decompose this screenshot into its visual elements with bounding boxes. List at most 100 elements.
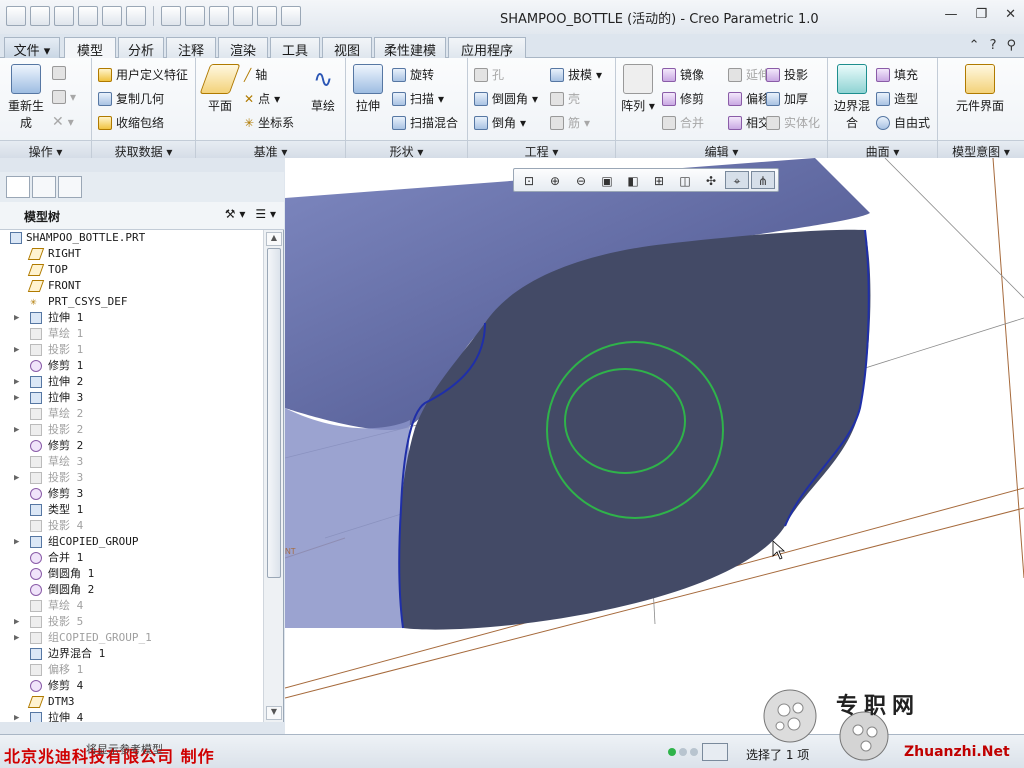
zoom-out-icon[interactable]: ⊖ (569, 171, 593, 189)
spin-center-icon[interactable]: ⌖ (725, 171, 749, 189)
tree-item[interactable]: ▶ 投影 5 (0, 614, 262, 630)
favorites-tab-icon[interactable] (58, 176, 82, 198)
folder-browser-tab-icon[interactable] (32, 176, 56, 198)
udf-button[interactable]: 用户定义特征 (98, 66, 188, 83)
tree-item[interactable]: ▶ 拉伸 3 (0, 390, 262, 406)
tab-flexible-modeling[interactable]: 柔性建模 (374, 37, 446, 59)
search-icon[interactable]: ⚲ (1006, 38, 1016, 53)
expand-arrow-icon[interactable]: ▶ (14, 630, 19, 646)
tab-annotate[interactable]: 注释 (166, 37, 216, 59)
sketch-button[interactable]: ∿ 草绘 (304, 64, 342, 114)
expand-arrow-icon[interactable]: ▶ (14, 390, 19, 406)
tree-settings-icon[interactable]: ⚒ ▾ (225, 207, 246, 221)
group-label-operations[interactable]: 操作 ▾ (0, 140, 91, 159)
repaint-icon[interactable]: ▣ (595, 171, 619, 189)
tree-item[interactable]: 修剪 2 (0, 438, 262, 454)
windows-icon[interactable] (102, 6, 122, 26)
intersect-button[interactable]: 相交 (728, 114, 770, 131)
hole-button[interactable]: 孔 (474, 66, 504, 83)
tree-item[interactable]: 修剪 4 (0, 678, 262, 694)
tree-item[interactable]: RIGHT (0, 246, 262, 262)
tree-item[interactable]: 草绘 4 (0, 598, 262, 614)
style-button[interactable]: 造型 (876, 90, 918, 107)
tree-columns-icon[interactable]: ☰ ▾ (255, 207, 276, 221)
regenerate-button[interactable]: 重新生成 (6, 64, 46, 131)
restore-icon[interactable]: ❐ (975, 7, 987, 22)
tree-item[interactable]: 边界混合 1 (0, 646, 262, 662)
tree-item[interactable]: ▶ 投影 3 (0, 470, 262, 486)
tree-item[interactable]: ▶ 拉伸 4 (0, 710, 262, 722)
copy-button[interactable] (52, 66, 66, 80)
expand-arrow-icon[interactable]: ▶ (14, 470, 19, 486)
expand-arrow-icon[interactable]: ▶ (14, 614, 19, 630)
expand-arrow-icon[interactable]: ▶ (14, 422, 19, 438)
group-label-editing[interactable]: 编辑 ▾ (616, 140, 827, 159)
tree-item[interactable]: FRONT (0, 278, 262, 294)
help-icon[interactable]: ? (990, 38, 997, 53)
group-label-model-intent[interactable]: 模型意图 ▾ (938, 140, 1024, 159)
draft-button[interactable]: 拔模 ▾ (550, 66, 602, 83)
scroll-thumb[interactable] (267, 248, 281, 578)
solidify-button[interactable]: 实体化 (766, 114, 820, 131)
refit-icon[interactable]: ⊡ (517, 171, 541, 189)
swept-blend-button[interactable]: 扫描混合 (392, 114, 458, 131)
saved-views-icon[interactable]: ⊞ (647, 171, 671, 189)
delete-button[interactable]: ✕ ▾ (52, 114, 74, 130)
group-label-datum[interactable]: 基准 ▾ (196, 140, 345, 159)
freestyle-button[interactable]: 自由式 (876, 114, 930, 131)
tree-item[interactable]: 草绘 2 (0, 406, 262, 422)
tree-item[interactable]: 草绘 3 (0, 454, 262, 470)
display-style-icon[interactable]: ◧ (621, 171, 645, 189)
tree-item[interactable]: 倒圆角 2 (0, 582, 262, 598)
paste-button[interactable]: ▾ (52, 90, 76, 104)
close-icon[interactable]: ✕ (1005, 7, 1016, 22)
scroll-down-icon[interactable]: ▼ (266, 706, 282, 720)
view-manager-icon[interactable]: ◫ (673, 171, 697, 189)
group-label-engineering[interactable]: 工程 ▾ (468, 140, 615, 159)
plane-button[interactable]: 平面 (199, 64, 241, 114)
tree-item[interactable]: ▶ 组COPIED_GROUP_1 (0, 630, 262, 646)
sweep-button[interactable]: 扫描 ▾ (392, 90, 444, 107)
csys-button[interactable]: ✳ 坐标系 (244, 114, 294, 131)
point-button[interactable]: ✕ 点 ▾ (244, 90, 280, 107)
smart-filter-icon[interactable] (702, 743, 728, 761)
group-label-shapes[interactable]: 形状 ▾ (346, 140, 467, 159)
zoom-in-icon[interactable]: ⊕ (543, 171, 567, 189)
folder-icon[interactable] (209, 6, 229, 26)
expand-arrow-icon[interactable]: ▶ (14, 342, 19, 358)
tree-item[interactable]: 修剪 1 (0, 358, 262, 374)
tab-applications[interactable]: 应用程序 (448, 37, 526, 59)
boundary-blend-button[interactable]: 边界混合 (832, 64, 872, 131)
tab-render[interactable]: 渲染 (218, 37, 268, 59)
edit-icon[interactable] (161, 6, 181, 26)
annotation-display-icon[interactable]: ⋔ (751, 171, 775, 189)
redo-icon[interactable] (257, 6, 277, 26)
tree-item[interactable]: ▶ 投影 1 (0, 342, 262, 358)
tree-item[interactable]: 倒圆角 1 (0, 566, 262, 582)
tree-item[interactable]: 投影 4 (0, 518, 262, 534)
model-tree-tab-icon[interactable] (6, 176, 30, 198)
close-window-icon[interactable] (126, 6, 146, 26)
minimize-icon[interactable]: — (944, 7, 957, 22)
tree-item[interactable]: ▶ 投影 2 (0, 422, 262, 438)
mirror-button[interactable]: 镜像 (662, 66, 704, 83)
tree-item[interactable]: ✳ PRT_CSYS_DEF (0, 294, 262, 310)
tree-item[interactable]: 偏移 1 (0, 662, 262, 678)
tree-item[interactable]: 合并 1 (0, 550, 262, 566)
shell-button[interactable]: 壳 (550, 90, 580, 107)
merge-button[interactable]: 合并 (662, 114, 704, 131)
model-tree-scrollbar[interactable]: ▲ ▼ (263, 230, 283, 722)
scroll-up-icon[interactable]: ▲ (266, 232, 282, 246)
expand-arrow-icon[interactable]: ▶ (14, 710, 19, 722)
thicken-button[interactable]: 加厚 (766, 90, 808, 107)
tab-analysis[interactable]: 分析 (118, 37, 164, 59)
component-interface-button[interactable]: 元件界面 (952, 64, 1008, 114)
copy-geometry-button[interactable]: 复制几何 (98, 90, 164, 107)
tree-item[interactable]: 修剪 3 (0, 486, 262, 502)
extend-button[interactable]: 延伸 (728, 66, 770, 83)
fill-button[interactable]: 填充 (876, 66, 918, 83)
trim-button[interactable]: 修剪 (662, 90, 704, 107)
offset-button[interactable]: 偏移 (728, 90, 770, 107)
collapse-ribbon-icon[interactable]: ⌃ (969, 38, 980, 53)
datum-display-icon[interactable]: ✣ (699, 171, 723, 189)
